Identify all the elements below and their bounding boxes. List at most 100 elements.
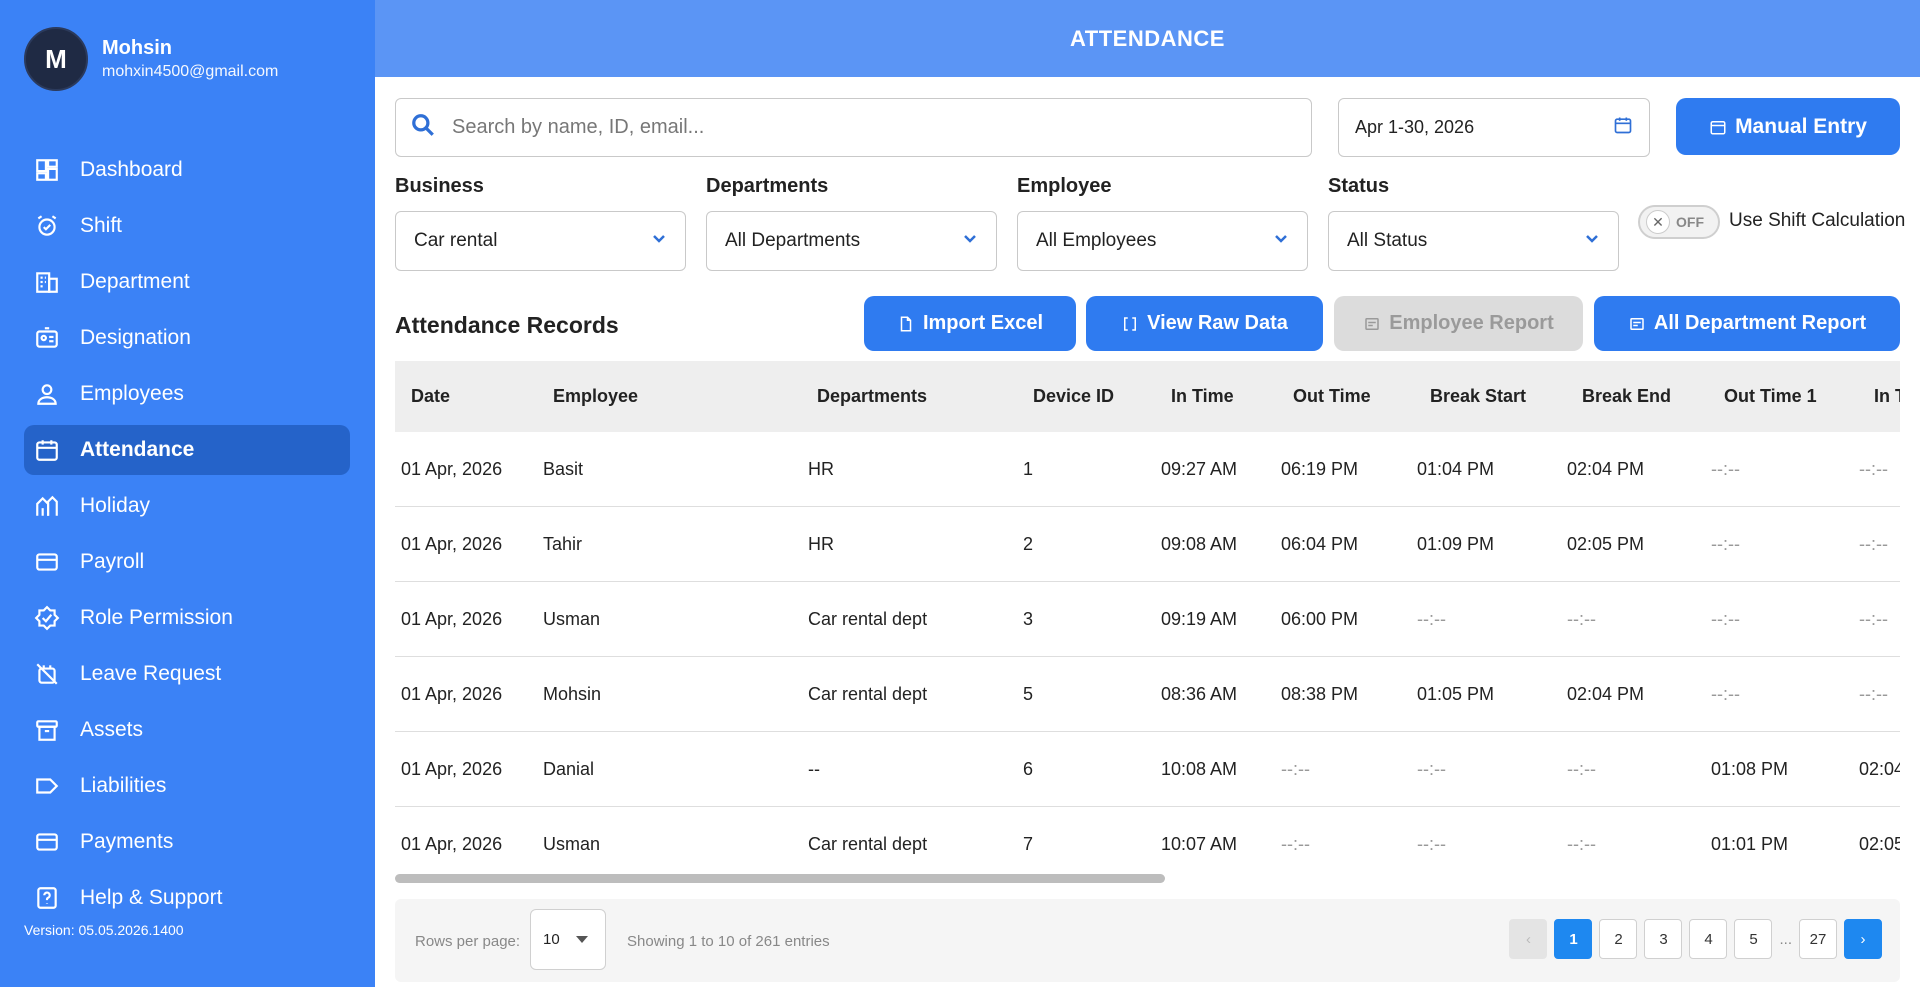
date-range-picker[interactable]: Apr 1-30, 2026: [1338, 98, 1650, 157]
departments-select[interactable]: All Departments: [706, 211, 997, 271]
table-cell: --:--: [1859, 533, 1888, 554]
table-cell: 6: [1023, 758, 1034, 779]
page-button[interactable]: 4: [1689, 919, 1728, 959]
business-select[interactable]: Car rental: [395, 211, 686, 271]
table-cell: --:--: [1281, 833, 1310, 854]
table-cell: --:--: [1417, 608, 1446, 629]
avatar: M: [24, 27, 88, 91]
leave-bag-icon: [34, 661, 60, 687]
credit-card-icon: [34, 829, 60, 855]
table-row[interactable]: 01 Apr, 2026 Usman Car rental dept 7 10:07 A…: [395, 807, 1900, 881]
sidebar-item-assets[interactable]: Assets: [24, 705, 350, 755]
table-row[interactable]: 01 Apr, 2026 Basit HR 1 09:27 AM 06:19 PM 01:0…: [395, 432, 1900, 507]
table-row[interactable]: 01 Apr, 2026 Danial -- 6 10:08 AM --:-- --:-- -…: [395, 732, 1900, 807]
employee-report-button[interactable]: Employee Report: [1334, 296, 1583, 351]
id-card-icon: [34, 325, 60, 351]
table-cell: 02:05 PM: [1859, 833, 1900, 854]
dashboard-icon: [34, 157, 60, 183]
sidebar: M Mohsin mohxin4500@gmail.com Dashboard S…: [0, 0, 375, 987]
table-cell: --:--: [1281, 758, 1310, 779]
sidebar-item-attendance[interactable]: Attendance: [24, 425, 350, 475]
sidebar-item-label: Dashboard: [80, 158, 183, 181]
view-raw-data-button[interactable]: View Raw Data: [1086, 296, 1323, 351]
rows-per-page-select[interactable]: 10: [530, 909, 606, 970]
next-page-button[interactable]: ›: [1844, 919, 1882, 959]
sidebar-item-liabilities[interactable]: Liabilities: [24, 761, 350, 811]
sidebar-item-label: Shift: [80, 214, 123, 237]
table-cell: 01:04 PM: [1417, 458, 1495, 479]
table-row[interactable]: 01 Apr, 2026 Mohsin Car rental dept 5 08:36 …: [395, 657, 1900, 732]
version-label: Version: 05.05.2026.1400: [24, 922, 184, 938]
column-header[interactable]: Date: [411, 386, 450, 407]
calendar-icon[interactable]: [1613, 115, 1633, 140]
sidebar-item-role-permission[interactable]: Role Permission: [24, 593, 350, 643]
table-cell: 01 Apr, 2026: [401, 458, 503, 479]
toggle-state: OFF: [1676, 214, 1704, 230]
table-cell: 10:07 AM: [1161, 833, 1238, 854]
column-header[interactable]: In Time 1: [1874, 386, 1900, 407]
table-cell: 01:01 PM: [1711, 833, 1789, 854]
credit-card-icon: [34, 549, 60, 575]
pagination: ‹ 1 2 3 4 5 ... 27 ›: [1502, 919, 1882, 959]
column-header[interactable]: Out Time 1: [1724, 386, 1817, 407]
manual-entry-button[interactable]: Manual Entry: [1676, 98, 1900, 155]
table-cell: 06:00 PM: [1281, 608, 1359, 629]
sidebar-item-label: Payroll: [80, 550, 145, 573]
page-button[interactable]: 3: [1644, 919, 1683, 959]
table-cell: Usman: [543, 833, 601, 854]
sidebar-item-shift[interactable]: Shift: [24, 201, 350, 251]
prev-page-button[interactable]: ‹: [1509, 919, 1548, 959]
import-excel-button[interactable]: Import Excel: [864, 296, 1076, 351]
column-header[interactable]: Out Time: [1293, 386, 1371, 407]
last-page-button[interactable]: 27: [1799, 919, 1837, 959]
table-cell: Danial: [543, 758, 595, 779]
chevron-down-icon: [651, 230, 667, 252]
report-icon: [1628, 315, 1646, 333]
table-cell: 09:08 AM: [1161, 533, 1238, 554]
search-input[interactable]: [452, 116, 1311, 139]
table-cell: --:--: [1859, 683, 1888, 704]
column-header[interactable]: Device ID: [1033, 386, 1114, 407]
employee-select[interactable]: All Employees: [1017, 211, 1308, 271]
sidebar-item-holiday[interactable]: Holiday: [24, 481, 350, 531]
column-header[interactable]: Employee: [553, 386, 638, 407]
sidebar-item-label: Help & Support: [80, 886, 223, 909]
sidebar-item-dashboard[interactable]: Dashboard: [24, 145, 350, 195]
sidebar-item-label: Role Permission: [80, 606, 233, 629]
column-header[interactable]: Break End: [1582, 386, 1671, 407]
page-button[interactable]: 1: [1554, 919, 1593, 959]
sidebar-item-payments[interactable]: Payments: [24, 817, 350, 867]
table-cell: --:--: [1417, 833, 1446, 854]
search-box[interactable]: [395, 98, 1312, 157]
column-header[interactable]: Break Start: [1430, 386, 1526, 407]
all-department-report-button[interactable]: All Department Report: [1594, 296, 1900, 351]
table-cell: 01:09 PM: [1417, 533, 1495, 554]
page-button[interactable]: 5: [1734, 919, 1773, 959]
shift-calculation-toggle[interactable]: ✕ OFF: [1638, 205, 1720, 239]
business-filter-label: Business: [395, 175, 484, 197]
table-row[interactable]: 01 Apr, 2026 Tahir HR 2 09:08 AM 06:04 PM 01:0…: [395, 507, 1900, 582]
sidebar-item-payroll[interactable]: Payroll: [24, 537, 350, 587]
sidebar-item-help-support[interactable]: Help & Support: [24, 873, 350, 923]
sidebar-item-designation[interactable]: Designation: [24, 313, 350, 363]
brackets-icon: [1121, 315, 1139, 333]
search-icon: [410, 112, 436, 143]
table-cell: --: [808, 758, 820, 779]
sidebar-item-employees[interactable]: Employees: [24, 369, 350, 419]
user-profile[interactable]: M Mohsin mohxin4500@gmail.com: [24, 27, 278, 91]
sidebar-item-leave-request[interactable]: Leave Request: [24, 649, 350, 699]
table-cell: 08:38 PM: [1281, 683, 1359, 704]
table-row[interactable]: 01 Apr, 2026 Usman Car rental dept 3 09:19 A…: [395, 582, 1900, 657]
table-cell: Mohsin: [543, 683, 602, 704]
status-select[interactable]: All Status: [1328, 211, 1619, 271]
horizontal-scrollbar[interactable]: [395, 874, 1165, 883]
page-button[interactable]: 2: [1599, 919, 1638, 959]
all-department-report-label: All Department Report: [1653, 312, 1867, 334]
table-cell: 5: [1023, 683, 1034, 704]
column-header[interactable]: Departments: [817, 386, 927, 407]
sidebar-item-department[interactable]: Department: [24, 257, 350, 307]
table-cell: HR: [808, 458, 834, 479]
alarm-clock-icon: [34, 213, 60, 239]
table-cell: Tahir: [543, 533, 583, 554]
column-header[interactable]: In Time: [1171, 386, 1234, 407]
